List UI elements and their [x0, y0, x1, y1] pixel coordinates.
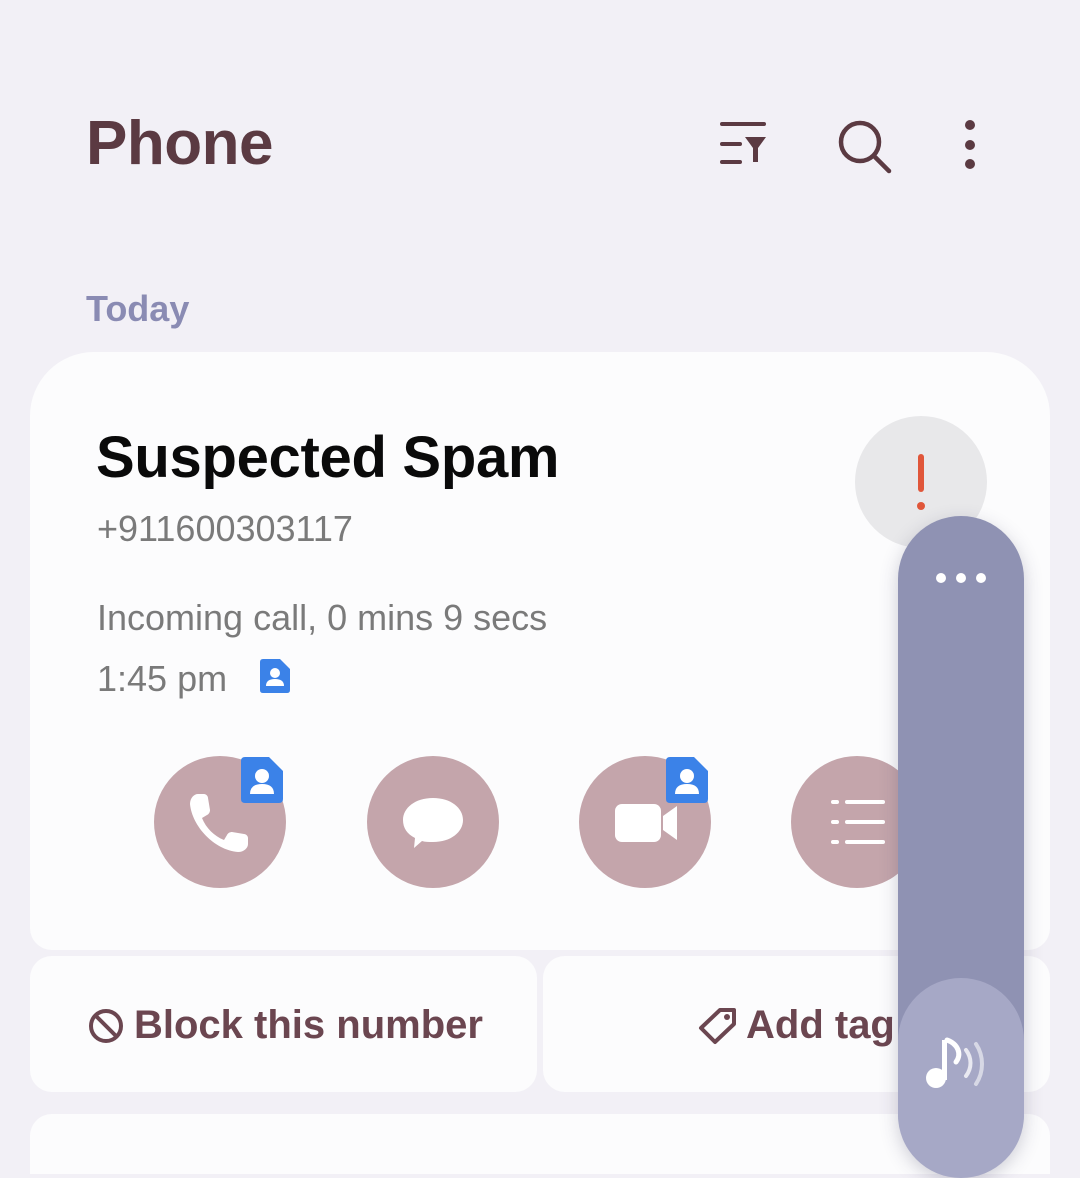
caller-name: Suspected Spam [96, 425, 560, 490]
filter-list-icon[interactable] [718, 118, 770, 170]
block-number-label: Block this number [134, 1003, 483, 1047]
section-label-today: Today [86, 288, 190, 329]
caller-number: +911600303117 [97, 508, 353, 549]
floating-edge-panel[interactable] [898, 516, 1024, 1178]
contact-card-icon [241, 757, 283, 803]
add-tag-label: Add tag [746, 1003, 895, 1047]
page-title: Phone [86, 109, 273, 178]
contact-card-icon [260, 659, 290, 693]
tag-icon [699, 1008, 736, 1044]
message-button[interactable] [367, 756, 499, 888]
call-time: 1:45 pm [97, 658, 228, 699]
block-icon [89, 1009, 123, 1043]
chat-bubble-icon [403, 798, 463, 848]
next-card [30, 1114, 1050, 1174]
search-icon[interactable] [836, 118, 894, 176]
music-note-icon [926, 1037, 984, 1088]
contact-card-icon [666, 757, 708, 803]
sound-button[interactable] [898, 978, 1024, 1178]
more-vertical-icon[interactable] [958, 118, 982, 170]
call-detail: Incoming call, 0 mins 9 secs [97, 597, 548, 638]
more-horizontal-icon[interactable] [935, 571, 987, 585]
